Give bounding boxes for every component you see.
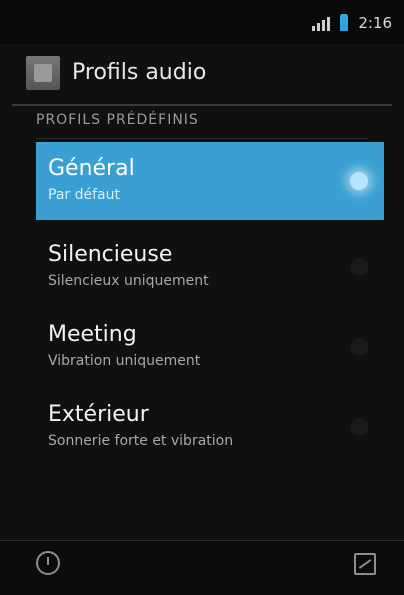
section-header: PROFILS PRÉDÉFINIS [36, 112, 199, 128]
status-time: 2:16 [358, 14, 392, 32]
profile-subtitle: Sonnerie forte et vibration [48, 433, 234, 449]
profile-subtitle: Vibration uniquement [48, 353, 201, 369]
profile-title: Meeting [48, 322, 137, 347]
radio-selected[interactable] [350, 172, 368, 190]
edit-icon[interactable] [354, 553, 376, 575]
status-bar: 2:16 [0, 0, 404, 44]
profile-item-exterieur[interactable]: Extérieur Sonnerie forte et vibration [36, 388, 384, 466]
battery-icon [340, 15, 349, 31]
profile-subtitle: Silencieux uniquement [48, 273, 209, 289]
action-bar-divider [12, 104, 392, 106]
radio-unselected[interactable] [350, 258, 368, 276]
profile-title: Général [48, 156, 135, 181]
radio-unselected[interactable] [350, 338, 368, 356]
signal-icon [312, 15, 331, 31]
radio-unselected[interactable] [350, 418, 368, 436]
power-icon[interactable] [36, 551, 60, 575]
profile-item-general[interactable]: Général Par défaut [36, 142, 384, 220]
profile-item-meeting[interactable]: Meeting Vibration uniquement [36, 308, 384, 386]
profile-title: Extérieur [48, 402, 149, 427]
profile-item-silencieuse[interactable]: Silencieuse Silencieux uniquement [36, 228, 384, 306]
profile-subtitle: Par défaut [48, 187, 120, 203]
action-bar: Profils audio [0, 44, 404, 104]
audio-profiles-app-icon[interactable] [26, 56, 60, 90]
app-title: Profils audio [72, 60, 207, 85]
profile-title: Silencieuse [48, 242, 173, 267]
audio-profiles-screen: 2:16 Profils audio PROFILS PRÉDÉFINIS Gé… [0, 0, 404, 595]
bottom-action-bar [0, 541, 404, 595]
section-divider [36, 138, 368, 139]
status-icons: 2:16 [312, 14, 392, 32]
